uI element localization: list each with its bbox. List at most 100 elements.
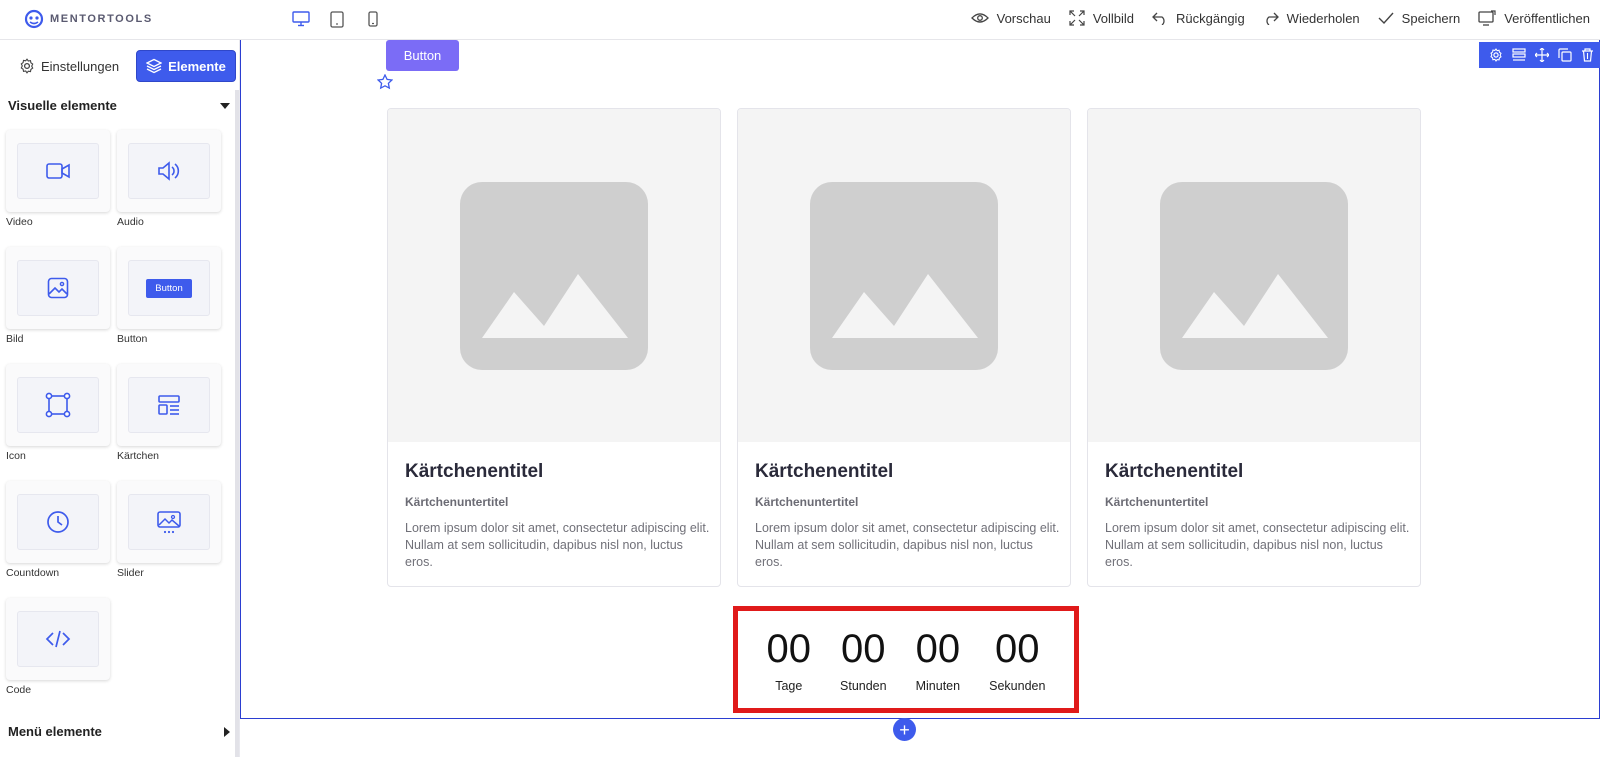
preview-button[interactable]: Vorschau [970, 10, 1051, 26]
tile-box [117, 481, 221, 563]
canvas-button[interactable]: Button [386, 40, 459, 71]
countdown-value: 00 [995, 626, 1040, 671]
move-icon[interactable] [1535, 48, 1549, 62]
tile-label: Bild [6, 333, 24, 345]
card-title: Kärtchenentitel [755, 461, 894, 482]
countdown-days: 00 Tage [767, 627, 812, 693]
tile-box [6, 130, 110, 212]
tile-box [6, 247, 110, 329]
desktop-icon[interactable] [290, 9, 312, 29]
tile-inner [17, 377, 99, 433]
header-actions: Vorschau Vollbild Rückgängig Wiederholen… [970, 0, 1590, 36]
card-text: Lorem ipsum dolor sit amet, consectetur … [1105, 521, 1410, 569]
tile-label: Slider [117, 567, 144, 579]
visual-elements-title: Visuelle elemente [8, 98, 117, 113]
duplicate-icon[interactable] [1558, 48, 1572, 62]
card-title: Kärtchenentitel [1105, 461, 1244, 482]
image-icon [47, 277, 69, 299]
trash-icon[interactable] [1581, 48, 1594, 62]
countdown-label: Tage [775, 678, 803, 693]
tile-box [6, 364, 110, 446]
fullscreen-label: Vollbild [1092, 10, 1135, 26]
add-section-button[interactable]: + [893, 718, 916, 741]
device-switcher [290, 9, 384, 29]
fullscreen-button[interactable]: Vollbild [1069, 10, 1134, 26]
card-subtitle: Kärtchenuntertitel [755, 495, 859, 509]
tile-box [6, 481, 110, 563]
speaker-icon [157, 160, 181, 182]
image-placeholder-icon [810, 181, 998, 370]
element-tile-card[interactable]: Kärtchen [117, 364, 221, 462]
element-tile-countdown[interactable]: Countdown [6, 481, 110, 579]
card-image-placeholder [1088, 109, 1420, 442]
button-preview: Button [146, 278, 192, 298]
menu-elements-header[interactable]: Menü elemente [8, 724, 230, 739]
code-icon [45, 629, 71, 649]
tile-label: Video [6, 216, 33, 228]
editor-canvas: Button Kärtchenentitel Kärtchenuntertite… [240, 40, 1600, 757]
element-tile-image[interactable]: Bild [6, 247, 110, 345]
card[interactable]: Kärtchenentitel Kärtchenuntertitel Lorem… [387, 108, 721, 587]
save-button[interactable]: Speichern [1378, 10, 1461, 26]
tile-label: Audio [117, 216, 144, 228]
undo-icon [1152, 11, 1168, 25]
tab-elements-label: Elemente [168, 58, 226, 74]
tile-label: Code [6, 684, 32, 696]
tile-inner [17, 611, 99, 667]
redo-button[interactable]: Wiederholen [1263, 11, 1360, 26]
video-icon [46, 162, 70, 180]
tile-box [117, 364, 221, 446]
bounding-box-icon [45, 392, 71, 418]
preview-label: Vorschau [996, 10, 1051, 26]
publish-button[interactable]: Veröffentlichen [1478, 10, 1590, 26]
element-tile-audio[interactable]: Audio [117, 130, 221, 228]
logo[interactable]: MENTORTOOLS [24, 8, 153, 30]
card-subtitle: Kärtchenuntertitel [1105, 495, 1209, 509]
element-tile-button[interactable]: Button Button [117, 247, 221, 345]
element-tile-video[interactable]: Video [6, 130, 110, 228]
tile-inner: Button [128, 260, 210, 316]
element-tile-slider[interactable]: Slider [117, 481, 221, 579]
gear-icon [19, 58, 35, 74]
tile-box [117, 130, 221, 212]
tablet-icon[interactable] [326, 9, 348, 29]
tile-box [6, 598, 110, 680]
check-icon [1378, 12, 1394, 24]
card[interactable]: Kärtchenentitel Kärtchenuntertitel Lorem… [737, 108, 1071, 587]
countdown-seconds: 00 Sekunden [989, 627, 1045, 693]
tile-inner [17, 260, 99, 316]
element-tile-icon[interactable]: Icon [6, 364, 110, 462]
countdown-label: Sekunden [989, 678, 1046, 693]
card-layout-icon [157, 394, 181, 416]
mentortools-logo-icon [24, 9, 44, 29]
tile-inner [17, 494, 99, 550]
publish-label: Veröffentlichen [1504, 10, 1590, 26]
card-text: Lorem ipsum dolor sit amet, consectetur … [405, 521, 710, 569]
countdown-widget[interactable]: 00 Tage 00 Stunden 00 Minuten 00 Sekunde… [733, 606, 1079, 713]
tile-label: Icon [6, 450, 26, 462]
countdown-label: Minuten [915, 678, 961, 693]
card-image-placeholder [388, 109, 720, 442]
tile-box: Button [117, 247, 221, 329]
element-tile-code[interactable]: Code [6, 598, 110, 696]
tab-settings-label: Einstellungen [41, 58, 120, 74]
redo-label: Wiederholen [1286, 10, 1360, 26]
visual-elements-header[interactable]: Visuelle elemente [8, 98, 230, 113]
star-icon[interactable] [377, 74, 393, 90]
tab-settings[interactable]: Einstellungen [10, 50, 128, 82]
countdown-value: 00 [841, 626, 886, 671]
gear-icon[interactable] [1489, 48, 1503, 62]
save-label: Speichern [1401, 10, 1461, 26]
card-title: Kärtchenentitel [405, 461, 544, 482]
image-placeholder-icon [460, 181, 648, 370]
undo-button[interactable]: Rückgängig [1152, 11, 1245, 26]
monitor-publish-icon [1478, 10, 1496, 26]
countdown-label: Stunden [840, 678, 887, 693]
tile-inner [17, 143, 99, 199]
fullscreen-icon [1069, 10, 1085, 26]
card[interactable]: Kärtchenentitel Kärtchenuntertitel Lorem… [1087, 108, 1421, 587]
mobile-icon[interactable] [362, 9, 384, 29]
card-subtitle: Kärtchenuntertitel [405, 495, 509, 509]
rows-icon[interactable] [1512, 48, 1526, 62]
tab-elements[interactable]: Elemente [136, 50, 236, 82]
